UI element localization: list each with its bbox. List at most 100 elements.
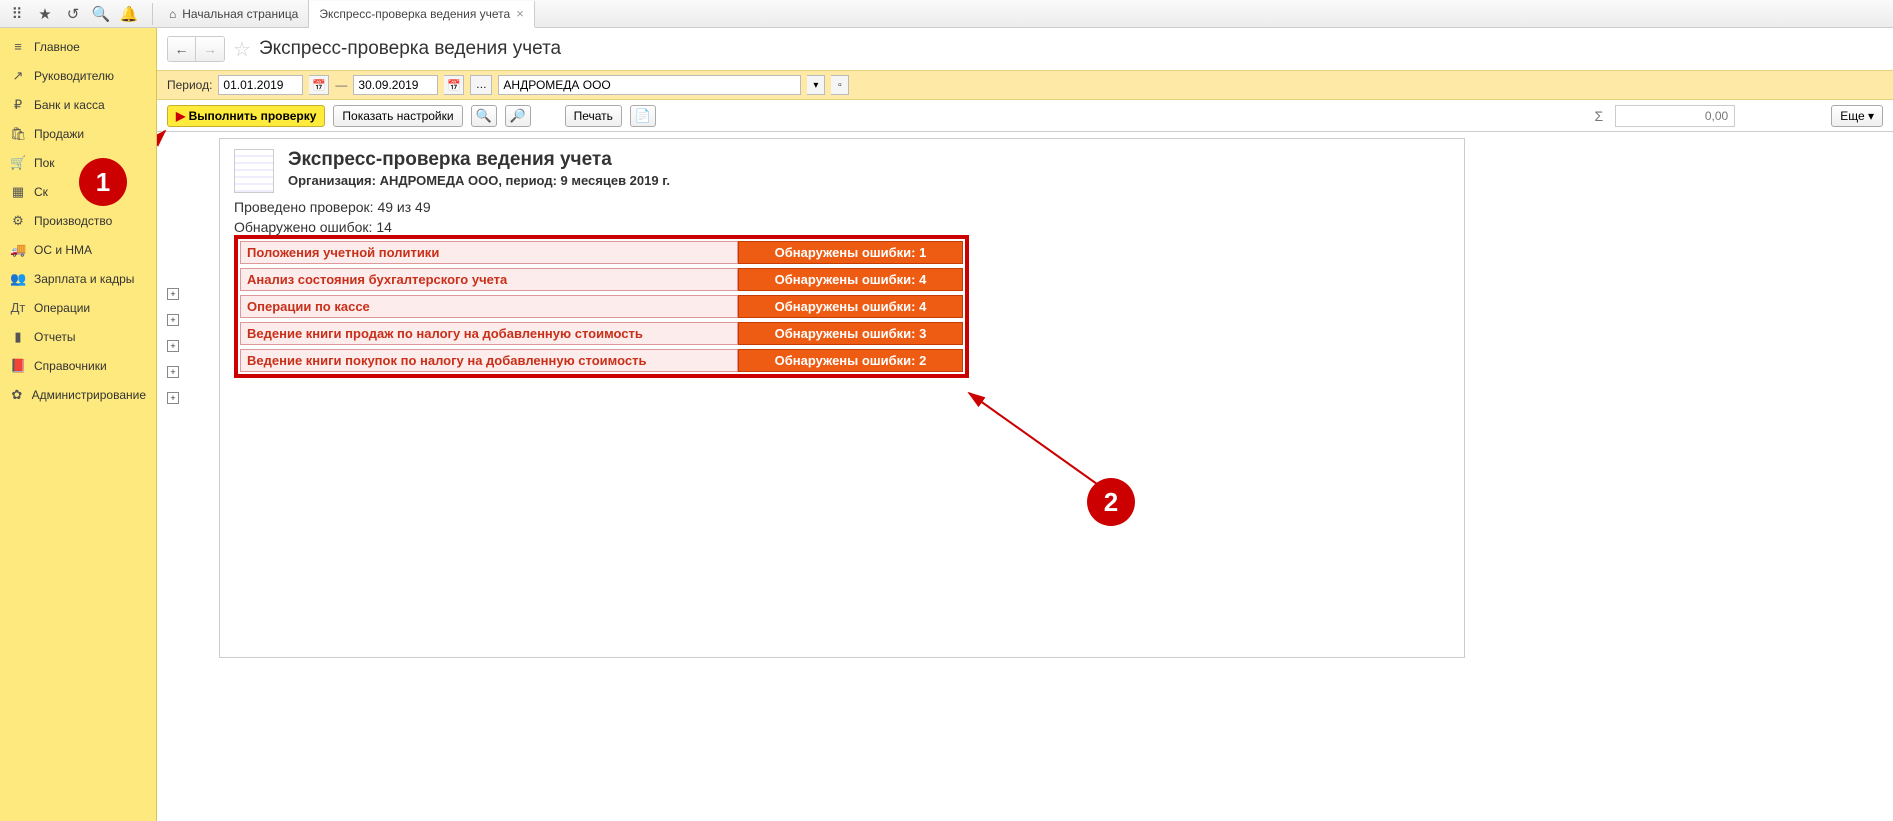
star-icon[interactable]: ★ (34, 3, 56, 25)
sidebar-label-5: Ск (34, 185, 48, 199)
report-area: + + + + + Экспресс-проверка ведения учет… (157, 132, 1893, 821)
sidebar-item-12[interactable]: ✿ Администрирование (0, 380, 156, 409)
sidebar-icon-2: ₽ (10, 97, 26, 113)
result-name-1: Анализ состояния бухгалтерского учета (240, 268, 738, 291)
tab-home[interactable]: ⌂ Начальная страница (159, 0, 309, 27)
expand-row-2[interactable]: + (167, 314, 179, 326)
sidebar-icon-9: Дт (10, 300, 26, 315)
organization-clear-icon[interactable]: ▫ (831, 75, 849, 95)
sidebar-item-0[interactable]: ≡ Главное (0, 32, 156, 61)
sidebar-label-11: Справочники (34, 359, 107, 373)
sidebar-item-5[interactable]: ▦ Ск (0, 177, 156, 206)
sidebar-label-0: Главное (34, 40, 80, 54)
apps-icon[interactable]: ⠿ (6, 3, 28, 25)
annotation-marker-2: 2 (1087, 478, 1135, 526)
sidebar-icon-7: 🚚 (10, 242, 26, 258)
organization-input[interactable] (498, 75, 801, 95)
result-row-3[interactable]: Ведение книги продаж по налогу на добавл… (240, 322, 963, 345)
sidebar-icon-12: ✿ (10, 387, 24, 403)
sidebar-item-11[interactable]: 📕 Справочники (0, 351, 156, 380)
history-icon[interactable]: ↺ (62, 3, 84, 25)
sidebar-label-7: ОС и НМА (34, 243, 92, 257)
divider (152, 3, 153, 25)
system-toolbar: ⠿ ★ ↺ 🔍 🔔 ⌂ Начальная страница Экспресс-… (0, 0, 1893, 28)
result-row-1[interactable]: Анализ состояния бухгалтерского учетаОбн… (240, 268, 963, 291)
zoom-reset-icon[interactable]: 🔎 (505, 105, 531, 127)
sidebar-item-2[interactable]: ₽ Банк и касса (0, 90, 156, 119)
date-to-input[interactable] (353, 75, 438, 95)
sidebar-item-6[interactable]: ⚙Производство (0, 206, 156, 235)
report-body: Экспресс-проверка ведения учета Организа… (219, 138, 1465, 658)
result-error-1: Обнаружены ошибки: 4 (738, 268, 963, 291)
sigma-icon: Σ (1595, 108, 1604, 124)
sidebar-item-8[interactable]: 👥Зарплата и кадры (0, 264, 156, 293)
result-row-0[interactable]: Положения учетной политикиОбнаружены оши… (240, 241, 963, 264)
show-settings-button[interactable]: Показать настройки (333, 105, 462, 127)
favorite-icon[interactable]: ☆ (233, 37, 251, 62)
run-check-label: Выполнить проверку (189, 109, 317, 123)
expand-row-3[interactable]: + (167, 340, 179, 352)
sidebar-icon-1: ↗ (10, 68, 26, 84)
nav-back-button[interactable]: ← (168, 37, 196, 61)
page-header: ← → ☆ Экспресс-проверка ведения учета (157, 28, 1893, 64)
close-tab-icon[interactable]: × (516, 6, 524, 21)
period-label: Период: (167, 78, 212, 92)
sidebar-item-10[interactable]: ▮ Отчеты (0, 322, 156, 351)
result-error-4: Обнаружены ошибки: 2 (738, 349, 963, 372)
zoom-in-icon[interactable]: 🔍 (471, 105, 497, 127)
result-row-4[interactable]: Ведение книги покупок по налогу на добав… (240, 349, 963, 372)
period-picker-button[interactable]: … (470, 75, 492, 95)
sidebar-icon-11: 📕 (10, 358, 26, 374)
home-icon: ⌂ (169, 7, 176, 21)
sidebar-item-4[interactable]: 🛒Пок (0, 148, 156, 177)
more-button[interactable]: Еще ▾ (1831, 105, 1883, 127)
print-button[interactable]: Печать (565, 105, 622, 127)
tab-home-label: Начальная страница (182, 7, 298, 21)
nav-forward-button[interactable]: → (196, 37, 224, 61)
sidebar-icon-5: ▦ (10, 184, 26, 200)
date-from-calendar-icon[interactable]: 📅 (309, 75, 329, 95)
sum-display: 0,00 (1615, 105, 1735, 127)
results-box: Положения учетной политикиОбнаружены оши… (234, 235, 969, 378)
annotation-marker-1: 1 (79, 158, 127, 206)
result-error-2: Обнаружены ошибки: 4 (738, 295, 963, 318)
tab-current-label: Экспресс-проверка ведения учета (319, 7, 510, 21)
tab-current[interactable]: Экспресс-проверка ведения учета × (309, 1, 534, 28)
sidebar-label-10: Отчеты (34, 330, 75, 344)
organization-dropdown-icon[interactable]: ▾ (807, 75, 825, 95)
date-from-input[interactable] (218, 75, 303, 95)
sidebar-icon-0: ≡ (10, 39, 26, 54)
content: ← → ☆ Экспресс-проверка ведения учета Пе… (157, 28, 1893, 821)
date-to-calendar-icon[interactable]: 📅 (444, 75, 464, 95)
run-check-button[interactable]: ▶ Выполнить проверку (167, 105, 325, 127)
sidebar-item-9[interactable]: Дт Операции (0, 293, 156, 322)
result-row-2[interactable]: Операции по кассеОбнаружены ошибки: 4 (240, 295, 963, 318)
expand-row-4[interactable]: + (167, 366, 179, 378)
result-error-3: Обнаружены ошибки: 3 (738, 322, 963, 345)
report-checks-count: Проведено проверок: 49 из 49 (234, 199, 1450, 215)
sidebar-item-3[interactable]: 🛍Продажи (0, 119, 156, 148)
sidebar-icon-3: 🛍 (10, 126, 26, 142)
bell-icon[interactable]: 🔔 (118, 3, 140, 25)
expand-row-1[interactable]: + (167, 288, 179, 300)
more-label: Еще (1840, 109, 1864, 123)
document-icon (234, 149, 274, 193)
result-name-3: Ведение книги продаж по налогу на добавл… (240, 322, 738, 345)
sidebar-label-2: Банк и касса (34, 98, 105, 112)
toolbar: ▶ Выполнить проверку Показать настройки … (157, 100, 1893, 132)
sidebar-label-4: Пок (34, 156, 55, 170)
print-preview-icon[interactable]: 📄 (630, 105, 656, 127)
sidebar-icon-10: ▮ (10, 329, 26, 345)
search-icon[interactable]: 🔍 (90, 3, 112, 25)
sidebar-label-9: Операции (34, 301, 90, 315)
sidebar-item-7[interactable]: 🚚 ОС и НМА (0, 235, 156, 264)
filter-bar: Период: 📅 — 📅 … ▾ ▫ (157, 70, 1893, 100)
sidebar-item-1[interactable]: ↗Руководителю (0, 61, 156, 90)
dash: — (335, 78, 347, 92)
sidebar-label-12: Администрирование (32, 388, 146, 402)
result-name-0: Положения учетной политики (240, 241, 738, 264)
expand-row-5[interactable]: + (167, 392, 179, 404)
report-subtitle: Организация: АНДРОМЕДА ООО, период: 9 ме… (288, 173, 670, 188)
result-name-4: Ведение книги покупок по налогу на добав… (240, 349, 738, 372)
result-name-2: Операции по кассе (240, 295, 738, 318)
